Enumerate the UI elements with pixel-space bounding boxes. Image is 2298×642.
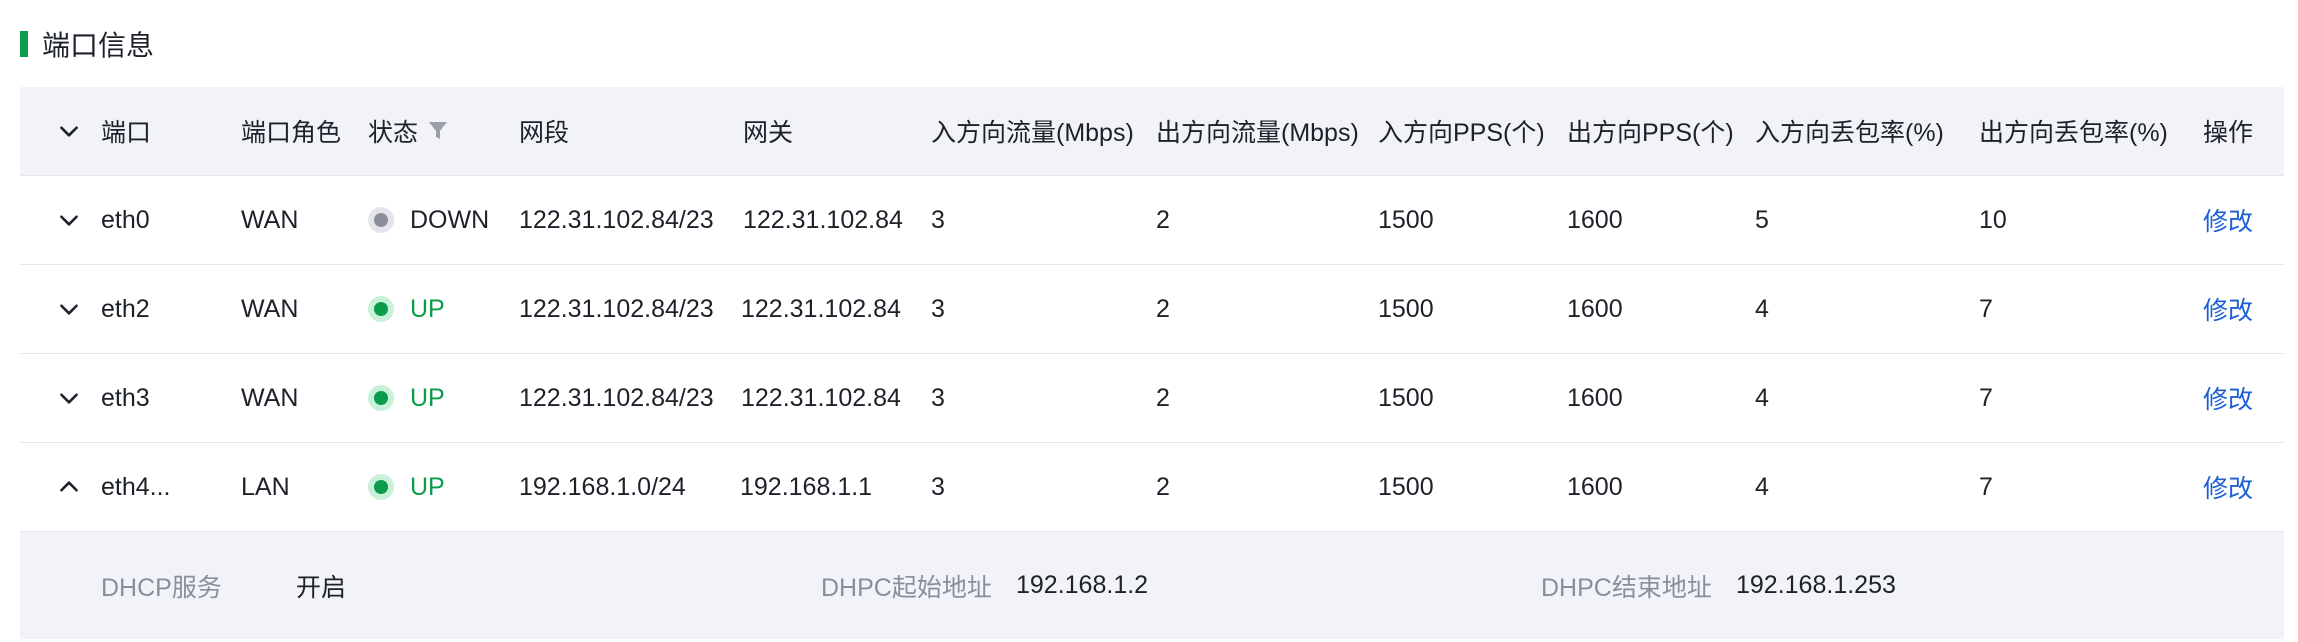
col-header-in-traffic: 入方向流量(Mbps)	[931, 119, 1134, 147]
table-row: eth0 WAN DOWN 122.31.102.84/23 122.31.10…	[20, 176, 2284, 265]
status-text: UP	[410, 294, 445, 323]
row-expand-toggle[interactable]	[56, 265, 82, 353]
cell-out-traffic: 2	[1156, 472, 1170, 501]
cell-in-traffic: 3	[931, 472, 945, 501]
section-title: 端口信息	[42, 30, 155, 61]
cell-in-loss: 4	[1755, 383, 1769, 412]
cell-in-traffic: 3	[931, 205, 945, 234]
cell-in-traffic: 3	[931, 383, 945, 412]
cell-gateway: 122.31.102.84	[741, 383, 901, 412]
table-header: 端口 端口角色 状态 网段 网关 入方向流量(Mbps) 出方向流量(Mbps)…	[20, 87, 2284, 176]
col-header-in-pps: 入方向PPS(个)	[1378, 119, 1545, 147]
edit-link[interactable]: 修改	[2203, 443, 2253, 531]
cell-out-pps: 1600	[1567, 383, 1623, 412]
col-header-status-label: 状态	[368, 119, 419, 147]
edit-link[interactable]: 修改	[2203, 176, 2253, 264]
cell-out-pps: 1600	[1567, 472, 1623, 501]
cell-port: eth0	[101, 205, 150, 234]
col-header-role: 端口角色	[241, 119, 342, 147]
table-row: eth2 WAN UP 122.31.102.84/23 122.31.102.…	[20, 265, 2284, 354]
cell-in-pps: 1500	[1378, 294, 1434, 323]
cell-segment: 122.31.102.84/23	[519, 383, 714, 412]
cell-gateway: 122.31.102.84	[743, 205, 903, 234]
cell-in-pps: 1500	[1378, 383, 1434, 412]
row-expand-toggle[interactable]	[56, 176, 82, 264]
row-collapse-toggle[interactable]	[56, 443, 82, 531]
cell-in-traffic: 3	[931, 294, 945, 323]
col-header-segment: 网段	[519, 119, 570, 147]
status-dot-icon	[368, 474, 394, 500]
cell-out-loss: 10	[1979, 205, 2007, 234]
cell-gateway: 192.168.1.1	[740, 472, 873, 501]
status-dot-icon	[368, 296, 394, 322]
cell-role: WAN	[241, 205, 299, 234]
col-header-out-traffic: 出方向流量(Mbps)	[1156, 119, 1359, 147]
cell-role: LAN	[241, 472, 290, 501]
chevron-down-icon	[60, 215, 78, 226]
cell-out-traffic: 2	[1156, 383, 1170, 412]
chevron-down-icon	[60, 304, 78, 315]
cell-segment: 192.168.1.0/24	[519, 472, 686, 501]
status-dot-icon	[368, 385, 394, 411]
cell-in-loss: 4	[1755, 472, 1769, 501]
col-header-status: 状态	[368, 87, 448, 175]
edit-link[interactable]: 修改	[2203, 265, 2253, 353]
section-header: 端口信息	[20, 24, 154, 64]
cell-status: DOWN	[368, 176, 489, 264]
col-header-action: 操作	[2203, 119, 2254, 147]
row-detail-panel: DHCP服务 开启 DHPC起始地址 192.168.1.2 DHPC结束地址 …	[20, 532, 2284, 639]
cell-in-pps: 1500	[1378, 472, 1434, 501]
table-row: eth4... LAN UP 192.168.1.0/24 192.168.1.…	[20, 443, 2284, 532]
chevron-up-icon	[60, 481, 78, 492]
cell-out-loss: 7	[1979, 472, 1993, 501]
port-table: 端口 端口角色 状态 网段 网关 入方向流量(Mbps) 出方向流量(Mbps)…	[20, 87, 2284, 639]
cell-out-traffic: 2	[1156, 294, 1170, 323]
cell-role: WAN	[241, 294, 299, 323]
cell-port: eth2	[101, 294, 150, 323]
chevron-down-icon	[60, 393, 78, 404]
table-row: eth3 WAN UP 122.31.102.84/23 122.31.102.…	[20, 354, 2284, 443]
status-text: DOWN	[410, 205, 490, 234]
cell-gateway: 122.31.102.84	[741, 294, 901, 323]
dhcp-end-label: DHPC结束地址	[1541, 573, 1712, 602]
cell-out-pps: 1600	[1567, 205, 1623, 234]
status-dot-icon	[368, 207, 394, 233]
cell-out-traffic: 2	[1156, 205, 1170, 234]
row-expand-toggle[interactable]	[56, 354, 82, 442]
chevron-down-icon	[60, 126, 78, 137]
cell-port: eth4...	[101, 472, 171, 501]
cell-in-pps: 1500	[1378, 205, 1434, 234]
cell-status: UP	[368, 354, 445, 442]
port-info-panel: 端口信息 端口 端口角色 状态 网段 网关 入方向流量(Mbps) 出方向流量(…	[0, 0, 2298, 642]
cell-segment: 122.31.102.84/23	[519, 205, 714, 234]
expand-all-toggle[interactable]	[56, 87, 82, 175]
cell-out-loss: 7	[1979, 294, 1993, 323]
cell-port: eth3	[101, 383, 150, 412]
cell-status: UP	[368, 265, 445, 353]
status-text: UP	[410, 472, 445, 501]
col-header-out-pps: 出方向PPS(个)	[1567, 119, 1734, 147]
title-accent-bar	[20, 31, 28, 57]
col-header-port: 端口	[101, 119, 152, 147]
cell-role: WAN	[241, 383, 299, 412]
dhcp-start-value: 192.168.1.2	[1016, 571, 1149, 599]
col-header-out-loss: 出方向丢包率(%)	[1979, 119, 2168, 147]
filter-icon[interactable]	[428, 120, 448, 142]
cell-out-loss: 7	[1979, 383, 1993, 412]
status-text: UP	[410, 383, 445, 412]
col-header-in-loss: 入方向丢包率(%)	[1755, 119, 1944, 147]
cell-segment: 122.31.102.84/23	[519, 294, 714, 323]
cell-in-loss: 4	[1755, 294, 1769, 323]
dhcp-service-label: DHCP服务	[101, 573, 222, 602]
dhcp-end-value: 192.168.1.253	[1736, 571, 1896, 599]
col-header-gateway: 网关	[743, 119, 794, 147]
cell-status: UP	[368, 443, 445, 531]
dhcp-start-label: DHPC起始地址	[821, 573, 992, 602]
cell-in-loss: 5	[1755, 205, 1769, 234]
dhcp-service-value: 开启	[296, 573, 347, 602]
edit-link[interactable]: 修改	[2203, 354, 2253, 442]
cell-out-pps: 1600	[1567, 294, 1623, 323]
